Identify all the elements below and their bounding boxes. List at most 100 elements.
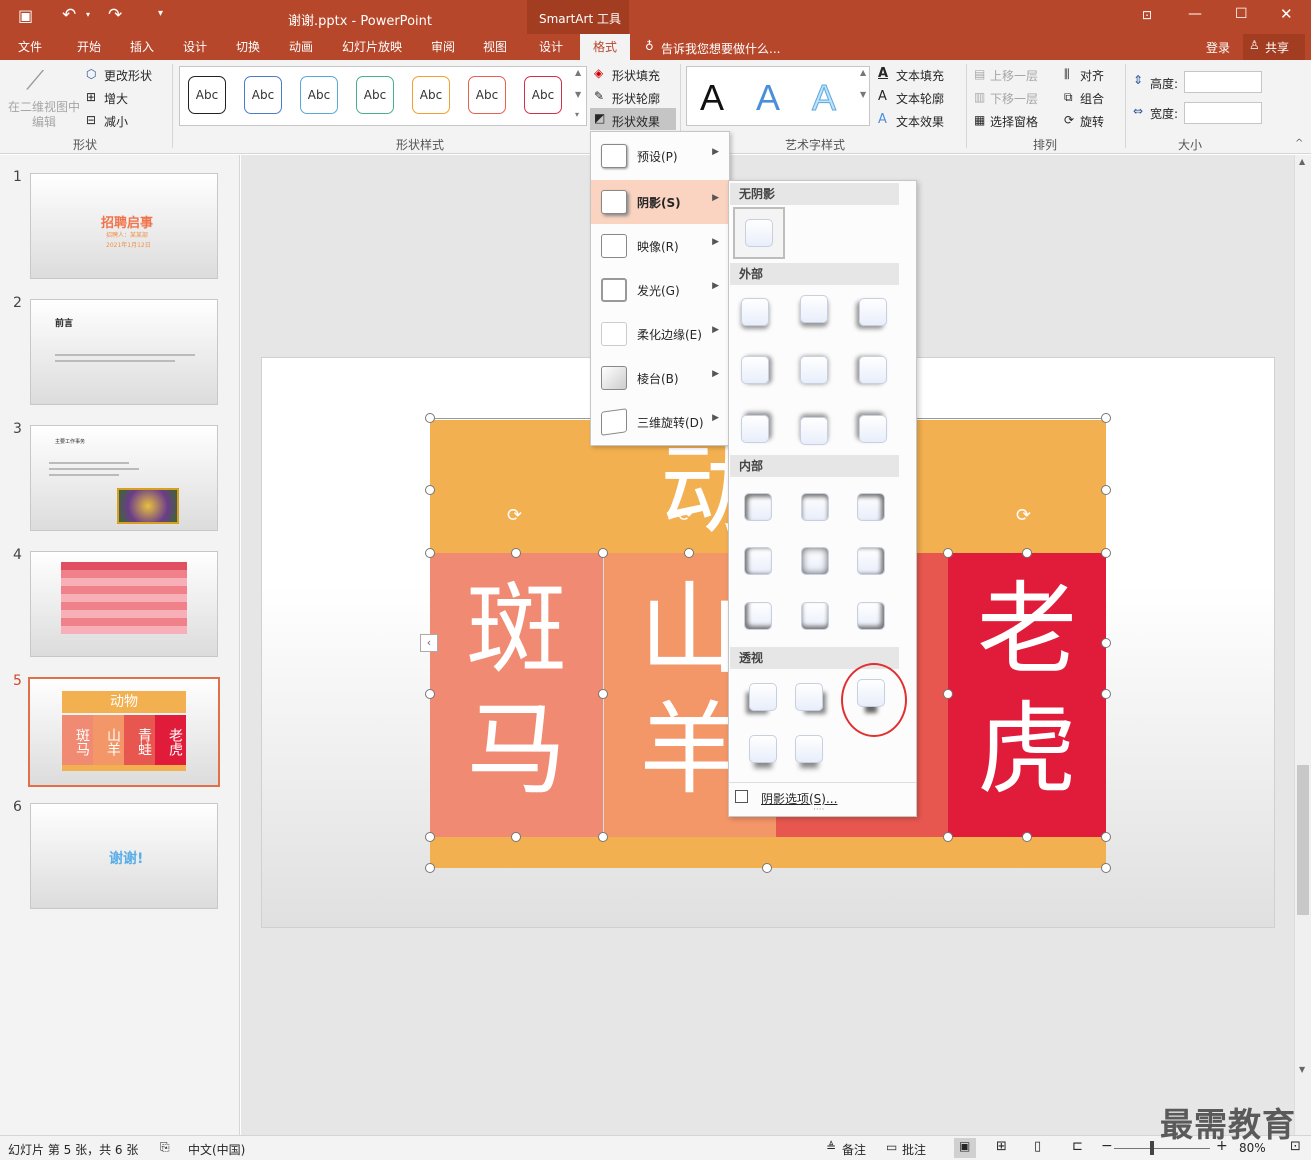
tab-home[interactable]: 开始 <box>67 34 111 60</box>
outer-shadow-5[interactable] <box>800 356 828 384</box>
resize-handle[interactable] <box>511 548 521 558</box>
tab-format[interactable]: 格式 <box>580 34 630 60</box>
wordart-up-icon[interactable]: ▲ <box>860 68 866 77</box>
text-fill-button[interactable]: 文本填充 <box>896 67 944 84</box>
slide-thumbnail-4[interactable] <box>30 551 218 657</box>
resize-handle[interactable] <box>511 832 521 842</box>
shape-style-1[interactable]: Abc <box>188 76 226 114</box>
scroll-thumb[interactable] <box>1297 765 1309 915</box>
zoom-slider-thumb[interactable] <box>1150 1141 1154 1155</box>
no-shadow-option[interactable] <box>733 207 785 259</box>
shape-style-4[interactable]: Abc <box>356 76 394 114</box>
larger-button[interactable]: 增大 <box>104 90 128 107</box>
inner-shadow-7[interactable] <box>744 602 772 630</box>
send-backward-button[interactable]: 下移一层 <box>990 90 1038 107</box>
ribbon-display-icon[interactable]: ⊡ <box>1142 8 1152 22</box>
resize-handle[interactable] <box>425 832 435 842</box>
slide-thumbnail-6[interactable]: 谢谢! <box>30 803 218 909</box>
align-button[interactable]: 对齐 <box>1080 67 1104 84</box>
resize-handle[interactable] <box>943 548 953 558</box>
tab-view[interactable]: 视图 <box>473 34 517 60</box>
menu-item-3d-rotation[interactable]: 三维旋转(D) ▶ <box>591 400 729 444</box>
resize-handle[interactable] <box>1022 832 1032 842</box>
slideshow-icon[interactable]: ⊏ <box>1072 1139 1083 1154</box>
edit-in-2d-button[interactable]: 在二维视图中编辑 <box>6 100 82 130</box>
save-icon[interactable]: ▣ <box>18 6 33 25</box>
tab-transitions[interactable]: 切换 <box>226 34 270 60</box>
inner-shadow-4[interactable] <box>744 547 772 575</box>
inner-shadow-2[interactable] <box>801 493 829 521</box>
perspective-shadow-1[interactable] <box>749 683 777 711</box>
minimize-icon[interactable]: — <box>1188 6 1202 22</box>
rotate-handle-icon[interactable]: ⟳ <box>678 505 693 526</box>
shape-effects-button[interactable]: 形状效果 <box>612 113 660 130</box>
shadow-options-checkbox-icon[interactable] <box>735 790 748 803</box>
outer-shadow-9[interactable] <box>859 415 887 443</box>
outer-shadow-8[interactable] <box>800 417 828 445</box>
resize-handle[interactable] <box>425 413 435 423</box>
shape-style-7[interactable]: Abc <box>524 76 562 114</box>
gallery-up-icon[interactable]: ▲ <box>575 68 581 77</box>
resize-handle[interactable] <box>1101 485 1111 495</box>
bring-forward-button[interactable]: 上移一层 <box>990 67 1038 84</box>
resize-handle[interactable] <box>1101 413 1111 423</box>
tab-file[interactable]: 文件 <box>8 34 52 60</box>
wordart-style-1[interactable]: A <box>700 76 724 120</box>
resize-handle[interactable] <box>425 485 435 495</box>
inner-shadow-6[interactable] <box>857 547 885 575</box>
rotate-handle-icon[interactable]: ⟳ <box>1016 505 1031 526</box>
collapse-ribbon-icon[interactable]: ^ <box>1295 138 1303 149</box>
shape-style-3[interactable]: Abc <box>300 76 338 114</box>
resize-handle[interactable] <box>598 832 608 842</box>
resize-handle[interactable] <box>1101 548 1111 558</box>
gallery-more-icon[interactable]: ▾ <box>575 110 579 119</box>
slide-thumbnail-5[interactable]: 动物 斑马 山羊 青蛙 老虎 <box>28 677 220 787</box>
zoom-out-icon[interactable]: − <box>1101 1138 1113 1154</box>
tab-animations[interactable]: 动画 <box>279 34 323 60</box>
outer-shadow-2[interactable] <box>800 295 828 323</box>
vertical-scrollbar[interactable]: ▲ ▼ <box>1294 155 1311 1135</box>
resize-grip-icon[interactable]: ···· <box>813 805 824 815</box>
slide-sorter-icon[interactable]: ⊞ <box>996 1139 1007 1154</box>
resize-handle[interactable] <box>425 863 435 873</box>
tab-review[interactable]: 审阅 <box>421 34 465 60</box>
wordart-down-icon[interactable]: ▼ <box>860 90 866 99</box>
resize-handle[interactable] <box>943 832 953 842</box>
text-pane-toggle-icon[interactable]: ‹ <box>420 634 438 652</box>
rotate-handle-icon[interactable]: ⟳ <box>507 505 522 526</box>
gallery-down-icon[interactable]: ▼ <box>575 90 581 99</box>
maximize-icon[interactable]: ☐ <box>1235 6 1248 22</box>
outer-shadow-4[interactable] <box>741 356 769 384</box>
tab-smartart-design[interactable]: 设计 <box>529 34 573 60</box>
slide-thumbnail-1[interactable]: 招聘启事 招聘人：某某部 2021年1月12日 <box>30 173 218 279</box>
language-indicator[interactable]: 中文(中国) <box>188 1141 245 1158</box>
text-outline-button[interactable]: 文本轮廓 <box>896 90 944 107</box>
resize-handle[interactable] <box>943 689 953 699</box>
outer-shadow-7[interactable] <box>741 415 769 443</box>
slide-thumbnail-2[interactable]: 前言 <box>30 299 218 405</box>
resize-handle[interactable] <box>1101 832 1111 842</box>
notes-icon[interactable]: ≜ <box>826 1140 836 1154</box>
tell-me-input[interactable]: 告诉我您想要做什么... <box>661 40 780 57</box>
resize-handle[interactable] <box>598 548 608 558</box>
resize-handle[interactable] <box>1101 689 1111 699</box>
resize-handle[interactable] <box>425 548 435 558</box>
inner-shadow-1[interactable] <box>744 493 772 521</box>
menu-item-shadow[interactable]: 阴影(S) ▶ <box>591 180 729 224</box>
menu-item-soft-edges[interactable]: 柔化边缘(E) ▶ <box>591 312 729 356</box>
inner-shadow-5[interactable] <box>801 547 829 575</box>
comments-icon[interactable]: ▭ <box>886 1140 897 1154</box>
reading-view-icon[interactable]: ▯ <box>1034 1139 1041 1154</box>
share-button[interactable]: ♙ 共享 <box>1243 34 1305 60</box>
tab-design[interactable]: 设计 <box>173 34 217 60</box>
menu-item-preset[interactable]: 预设(P) ▶ <box>591 134 729 178</box>
undo-icon[interactable]: ↶ <box>62 5 76 25</box>
resize-handle[interactable] <box>425 689 435 699</box>
scroll-down-icon[interactable]: ▼ <box>1299 1065 1305 1074</box>
inner-shadow-8[interactable] <box>801 602 829 630</box>
smaller-button[interactable]: 减小 <box>104 113 128 130</box>
redo-icon[interactable]: ↷ <box>108 5 122 25</box>
notes-button[interactable]: 备注 <box>842 1141 866 1158</box>
close-icon[interactable]: ✕ <box>1280 5 1293 23</box>
inner-shadow-3[interactable] <box>857 493 885 521</box>
